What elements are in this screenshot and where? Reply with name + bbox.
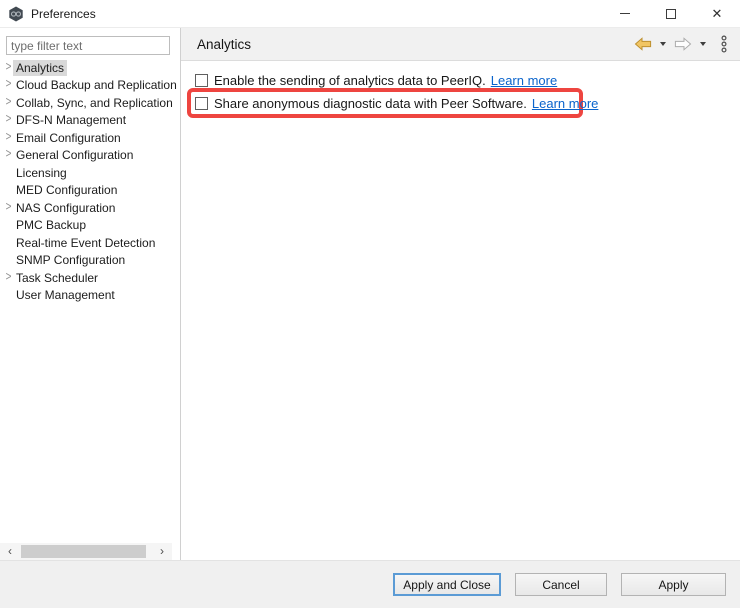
share-diagnostic-label: Share anonymous diagnostic data with Pee… — [214, 96, 527, 111]
tree-item-label: Task Scheduler — [13, 270, 101, 286]
tree-item-user-management[interactable]: User Management — [0, 287, 179, 305]
minimize-icon — [620, 13, 630, 14]
share-diagnostic-checkbox[interactable] — [195, 97, 208, 110]
tree-item-label: DFS-N Management — [13, 112, 129, 128]
chevron-right-icon[interactable]: > — [0, 132, 13, 145]
chevron-right-icon[interactable]: > — [0, 272, 13, 285]
apply-and-close-button[interactable]: Apply and Close — [393, 573, 501, 596]
preferences-window: Preferences ✕ >Analytics>Cloud Backup an… — [0, 0, 740, 608]
analytics-learn-more-link[interactable]: Learn more — [491, 73, 557, 88]
chevron-right-icon[interactable]: > — [0, 202, 13, 215]
dialog-footer: Apply and Close Cancel Apply — [0, 560, 740, 608]
maximize-icon — [666, 9, 676, 19]
forward-button[interactable] — [674, 37, 692, 51]
filter-input[interactable] — [6, 36, 170, 55]
tree-item-label: Real-time Event Detection — [13, 235, 158, 251]
forward-arrow-icon — [674, 37, 692, 51]
tree-item-real-time-event-detection[interactable]: Real-time Event Detection — [0, 234, 179, 252]
view-menu-button[interactable] — [720, 35, 728, 53]
scrollbar-track[interactable] — [20, 543, 152, 560]
analytics-option-row: Enable the sending of analytics data to … — [195, 73, 740, 88]
tree-item-collab-sync-and-replication[interactable]: >Collab, Sync, and Replication — [0, 94, 179, 112]
tree-item-email-configuration[interactable]: >Email Configuration — [0, 129, 179, 147]
header-toolbar — [634, 35, 728, 53]
tree-item-label: SNMP Configuration — [13, 252, 128, 268]
diagnostic-learn-more-link[interactable]: Learn more — [532, 96, 598, 111]
view-menu-dots-icon — [720, 35, 728, 53]
tree-item-label: Analytics — [13, 60, 67, 76]
tree-item-label: User Management — [13, 287, 118, 303]
page-title: Analytics — [197, 37, 251, 52]
chevron-right-icon[interactable]: > — [0, 79, 13, 92]
minimize-button[interactable] — [602, 0, 648, 27]
tree-item-pmc-backup[interactable]: PMC Backup — [0, 217, 179, 235]
tree-item-label: Collab, Sync, and Replication — [13, 95, 176, 111]
back-button[interactable] — [634, 37, 652, 51]
cancel-button[interactable]: Cancel — [515, 573, 607, 596]
close-button[interactable]: ✕ — [694, 0, 740, 27]
enable-analytics-label: Enable the sending of analytics data to … — [214, 73, 486, 88]
tree-item-label: General Configuration — [13, 147, 136, 163]
diagnostic-option-row: Share anonymous diagnostic data with Pee… — [195, 96, 740, 111]
tree-item-analytics[interactable]: >Analytics — [0, 59, 179, 77]
chevron-right-icon[interactable]: > — [0, 149, 13, 162]
preferences-tree: >Analytics>Cloud Backup and Replication>… — [0, 59, 179, 542]
horizontal-scrollbar[interactable]: ‹ › — [0, 543, 172, 560]
enable-analytics-checkbox[interactable] — [195, 74, 208, 87]
close-icon: ✕ — [712, 7, 723, 20]
preferences-sidebar: >Analytics>Cloud Backup and Replication>… — [0, 28, 181, 560]
tree-item-med-configuration[interactable]: MED Configuration — [0, 182, 179, 200]
forward-history-dropdown[interactable] — [700, 42, 706, 46]
tree-item-cloud-backup-and-replication[interactable]: >Cloud Backup and Replication — [0, 77, 179, 95]
tree-item-licensing[interactable]: Licensing — [0, 164, 179, 182]
tree-item-nas-configuration[interactable]: >NAS Configuration — [0, 199, 179, 217]
tree-item-snmp-configuration[interactable]: SNMP Configuration — [0, 252, 179, 270]
tree-item-label: PMC Backup — [13, 217, 89, 233]
chevron-right-icon[interactable]: > — [0, 97, 13, 110]
tree-item-label: Licensing — [13, 165, 70, 181]
page-header: Analytics — [181, 28, 740, 61]
chevron-right-icon[interactable]: > — [0, 62, 13, 75]
back-history-dropdown[interactable] — [660, 42, 666, 46]
window-title: Preferences — [31, 7, 96, 21]
scroll-left-button[interactable]: ‹ — [0, 543, 20, 560]
scrollbar-thumb[interactable] — [21, 545, 146, 558]
title-bar: Preferences ✕ — [0, 0, 740, 28]
back-arrow-icon — [634, 37, 652, 51]
tree-item-general-configuration[interactable]: >General Configuration — [0, 147, 179, 165]
apply-button[interactable]: Apply — [621, 573, 726, 596]
tree-item-label: MED Configuration — [13, 182, 120, 198]
tree-item-label: Email Configuration — [13, 130, 124, 146]
peer-software-logo-icon — [8, 6, 24, 22]
main-panel: Analytics — [181, 28, 740, 560]
tree-item-label: NAS Configuration — [13, 200, 118, 216]
settings-content: Enable the sending of analytics data to … — [181, 61, 740, 560]
scroll-right-button[interactable]: › — [152, 543, 172, 560]
tree-item-dfs-n-management[interactable]: >DFS-N Management — [0, 112, 179, 130]
chevron-right-icon[interactable]: > — [0, 114, 13, 127]
tree-item-task-scheduler[interactable]: >Task Scheduler — [0, 269, 179, 287]
maximize-button[interactable] — [648, 0, 694, 27]
tree-item-label: Cloud Backup and Replication — [13, 77, 179, 93]
